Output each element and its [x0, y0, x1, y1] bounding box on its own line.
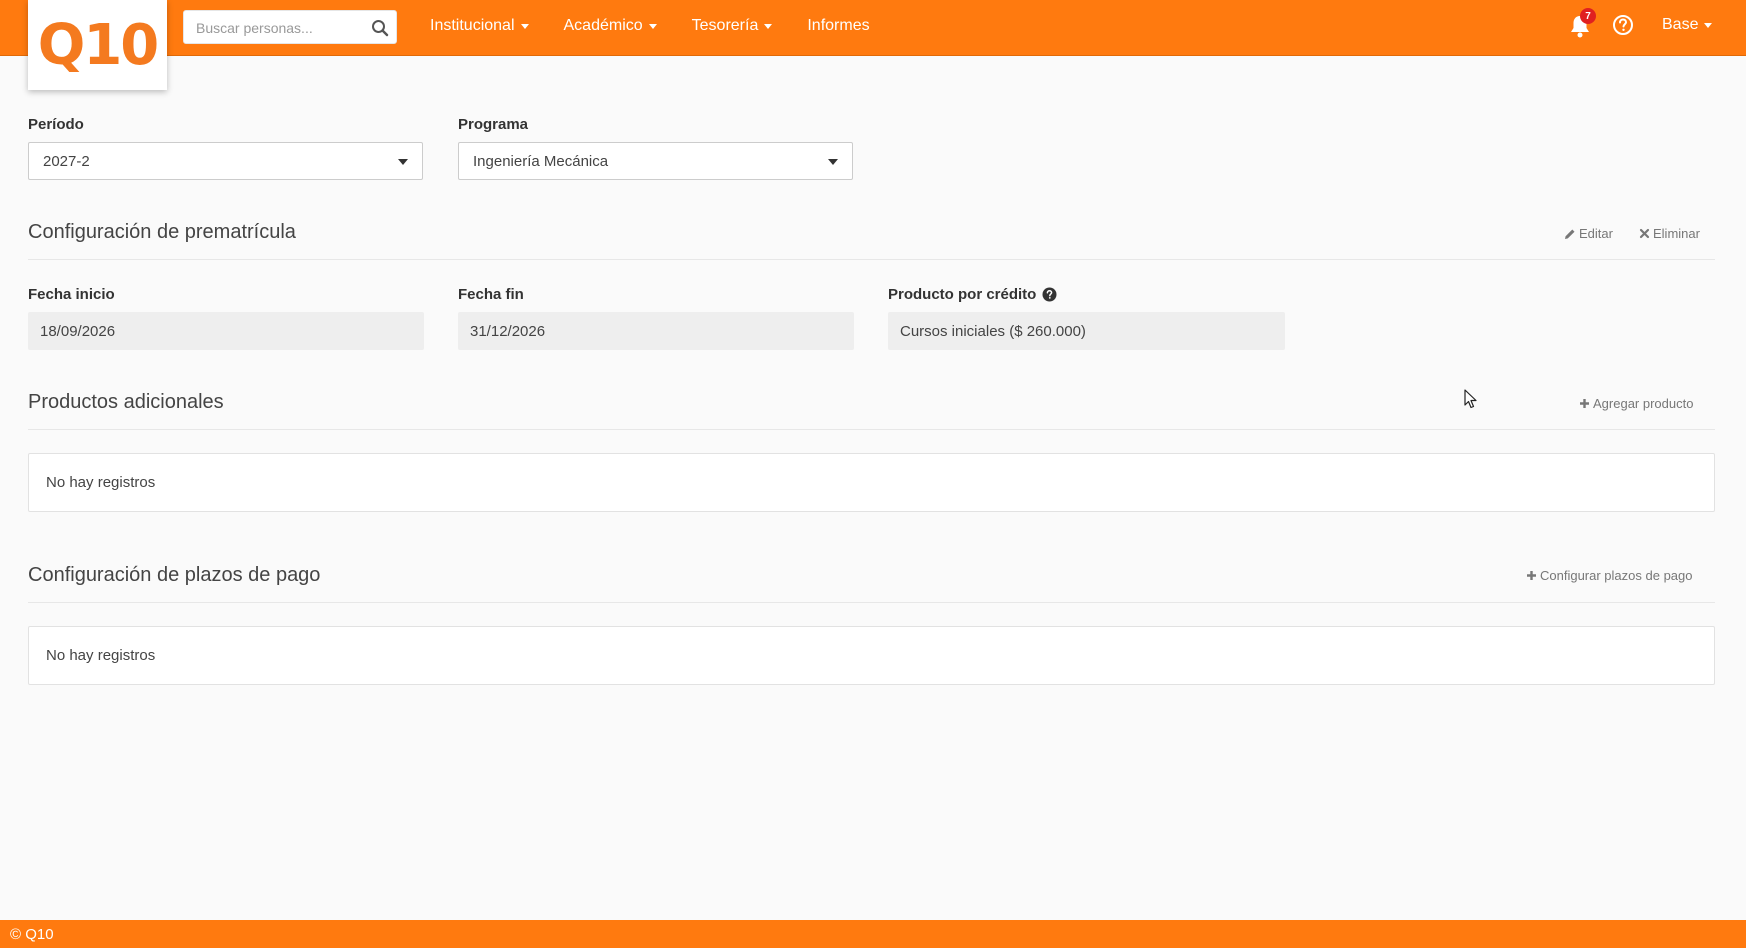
periodo-value: 2027-2: [43, 152, 90, 170]
nav-institucional[interactable]: Institucional: [430, 17, 529, 35]
nav-tesoreria-label: Tesorería: [691, 17, 759, 34]
logo[interactable]: Q10: [28, 0, 167, 90]
edit-button[interactable]: Editar: [1564, 226, 1613, 241]
plus-icon: [1527, 571, 1536, 580]
configure-payment-terms-label: Configurar plazos de pago: [1540, 568, 1693, 583]
notification-badge: 7: [1580, 8, 1596, 24]
chevron-down-icon: [520, 23, 529, 29]
programa-label: Programa: [458, 116, 529, 133]
footer: © Q10: [0, 920, 1746, 948]
fecha-inicio-field: 18/09/2026: [28, 312, 424, 350]
productos-adicionales-title: Productos adicionales: [28, 391, 224, 413]
close-icon: [1639, 228, 1650, 239]
add-product-button[interactable]: Agregar producto: [1579, 396, 1693, 411]
logo-text: Q10: [37, 12, 160, 78]
help-icon[interactable]: [1612, 14, 1634, 36]
top-navbar: Institucional Académico Tesorería Inform…: [0, 0, 1746, 56]
periodo-select[interactable]: 2027-2: [28, 142, 423, 180]
nav-informes-label: Informes: [807, 17, 870, 34]
chevron-down-icon: [764, 23, 773, 29]
producto-credito-label: Producto por crédito: [888, 286, 1037, 303]
search-input[interactable]: [196, 19, 366, 37]
plazos-pago-title: Configuración de plazos de pago: [28, 564, 321, 586]
programa-value: Ingeniería Mecánica: [473, 152, 609, 170]
divider: [28, 602, 1715, 603]
nav-informes[interactable]: Informes: [807, 17, 869, 35]
pencil-icon: [1565, 229, 1575, 239]
plazos-empty-box: No hay registros: [28, 626, 1715, 685]
nav-tesoreria[interactable]: Tesorería: [692, 17, 773, 35]
footer-copyright: © Q10: [10, 925, 54, 943]
divider: [28, 429, 1715, 430]
add-product-label: Agregar producto: [1593, 396, 1694, 411]
divider: [28, 259, 1715, 260]
fecha-fin-label: Fecha fin: [458, 286, 524, 303]
chevron-down-icon: [398, 159, 408, 165]
mouse-cursor-icon: [1464, 389, 1477, 409]
chevron-down-icon: [648, 23, 657, 29]
edit-label: Editar: [1579, 226, 1613, 241]
programa-select[interactable]: Ingeniería Mecánica: [458, 142, 853, 180]
delete-label: Eliminar: [1653, 226, 1700, 241]
delete-button[interactable]: Eliminar: [1639, 226, 1700, 241]
prematricula-title: Configuración de prematrícula: [28, 221, 296, 243]
fecha-fin-field: 31/12/2026: [458, 312, 854, 350]
chevron-down-icon: [828, 159, 838, 165]
producto-credito-label-wrap: Producto por crédito: [888, 286, 1057, 303]
producto-credito-field: Cursos iniciales ($ 260.000): [888, 312, 1285, 350]
empty-message: No hay registros: [46, 647, 156, 664]
fecha-inicio-label: Fecha inicio: [28, 286, 115, 303]
chevron-down-icon: [1704, 22, 1713, 28]
search-box[interactable]: [183, 10, 397, 44]
configure-payment-terms-button[interactable]: Configurar plazos de pago: [1526, 568, 1693, 583]
nav-academico[interactable]: Académico: [564, 17, 657, 35]
search-icon[interactable]: [370, 18, 390, 38]
periodo-label: Período: [28, 116, 84, 133]
main-nav: Institucional Académico Tesorería Inform…: [430, 0, 905, 52]
productos-empty-box: No hay registros: [28, 453, 1715, 512]
plus-icon: [1580, 399, 1589, 408]
nav-academico-label: Académico: [563, 17, 643, 34]
nav-institucional-label: Institucional: [430, 17, 515, 34]
user-menu-label: Base: [1662, 16, 1699, 33]
user-menu[interactable]: Base: [1662, 16, 1713, 34]
question-circle-icon[interactable]: [1042, 287, 1057, 302]
empty-message: No hay registros: [46, 474, 156, 491]
